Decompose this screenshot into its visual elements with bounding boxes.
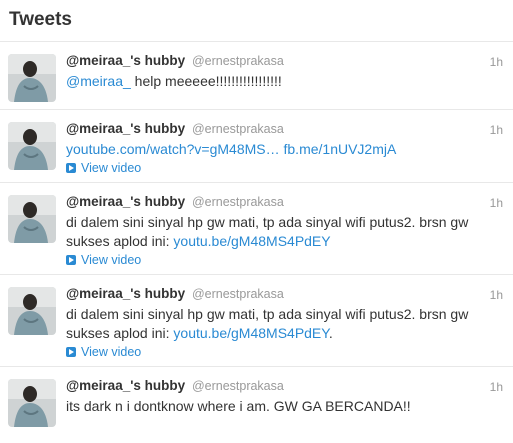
user-avatar-icon [8,122,56,170]
tweet-text: @meiraa_ help meeeee!!!!!!!!!!!!!!!!! [66,72,503,91]
user-avatar-icon [8,379,56,427]
play-icon [66,163,76,173]
view-video-label: View video [81,161,142,175]
tweet-fullname[interactable]: @meiraa_'s hubby [66,53,185,68]
play-icon [66,255,76,265]
avatar[interactable] [8,54,56,102]
tweet-item[interactable]: @meiraa_'s hubby @ernestprakasa youtube.… [0,110,513,183]
tweet-text-line: di dalem sini sinyal hp gw mati, tp ada … [66,214,469,230]
avatar[interactable] [8,379,56,427]
tweet-text-body: help meeeee!!!!!!!!!!!!!!!!! [130,73,282,89]
tweet-timestamp[interactable]: 1h [490,123,503,137]
tweet-username[interactable]: @ernestprakasa [192,287,284,301]
url-link[interactable]: youtu.be/gM48MS4PdEY [173,233,330,249]
tweet-username[interactable]: @ernestprakasa [192,195,284,209]
tweet-fullname[interactable]: @meiraa_'s hubby [66,194,185,209]
user-avatar-icon [8,287,56,335]
mention-link[interactable]: @meiraa_ [66,73,131,89]
tweet-item[interactable]: @meiraa_'s hubby @ernestprakasa its dark… [0,367,513,442]
tweet-text-suffix: . [328,325,333,341]
tweet-item[interactable]: @meiraa_'s hubby @ernestprakasa di dalem… [0,183,513,275]
stream-header: Tweets [0,0,513,42]
tweet-fullname[interactable]: @meiraa_'s hubby [66,378,185,393]
view-video-label: View video [81,253,142,267]
tweet-text-line: sukses aplod ini: [66,325,174,341]
tweet-item[interactable]: @meiraa_'s hubby @ernestprakasa @meiraa_… [0,42,513,110]
user-avatar-icon [8,54,56,102]
avatar[interactable] [8,287,56,335]
tweet-username[interactable]: @ernestprakasa [192,122,284,136]
tweet-timestamp[interactable]: 1h [490,196,503,210]
avatar[interactable] [8,122,56,170]
tweet-username[interactable]: @ernestprakasa [192,54,284,68]
tweet-text: youtube.com/watch?v=gM48MS… fb.me/1nUVJ2… [66,140,503,159]
view-video-label: View video [81,345,142,359]
tweet-item[interactable]: @meiraa_'s hubby @ernestprakasa di dalem… [0,275,513,367]
tweet-timestamp[interactable]: 1h [490,288,503,302]
tweet-fullname[interactable]: @meiraa_'s hubby [66,286,185,301]
tweet-text: di dalem sini sinyal hp gw mati, tp ada … [66,213,503,251]
view-video-link[interactable]: View video [66,252,503,268]
tweet-timestamp[interactable]: 1h [490,55,503,69]
tweet-text: di dalem sini sinyal hp gw mati, tp ada … [66,305,503,343]
user-avatar-icon [8,195,56,243]
avatar[interactable] [8,195,56,243]
view-video-link[interactable]: View video [66,344,503,360]
tweet-stream: @meiraa_'s hubby @ernestprakasa @meiraa_… [0,42,513,442]
view-video-link[interactable]: View video [66,160,503,176]
tweet-text: its dark n i dontknow where i am. GW GA … [66,398,411,414]
tweet-fullname[interactable]: @meiraa_'s hubby [66,121,185,136]
page-title: Tweets [9,9,73,30]
url-link[interactable]: youtu.be/gM48MS4PdEY [173,325,328,341]
tweet-username[interactable]: @ernestprakasa [192,379,284,393]
play-icon [66,347,76,357]
url-link[interactable]: fb.me/1nUVJ2mjA [284,141,397,157]
tweet-timestamp[interactable]: 1h [490,380,503,394]
tweet-text-line: sukses aplod ini: [66,233,174,249]
url-link[interactable]: youtube.com/watch?v=gM48MS… [66,141,280,157]
tweet-text-line: di dalem sini sinyal hp gw mati, tp ada … [66,306,469,322]
